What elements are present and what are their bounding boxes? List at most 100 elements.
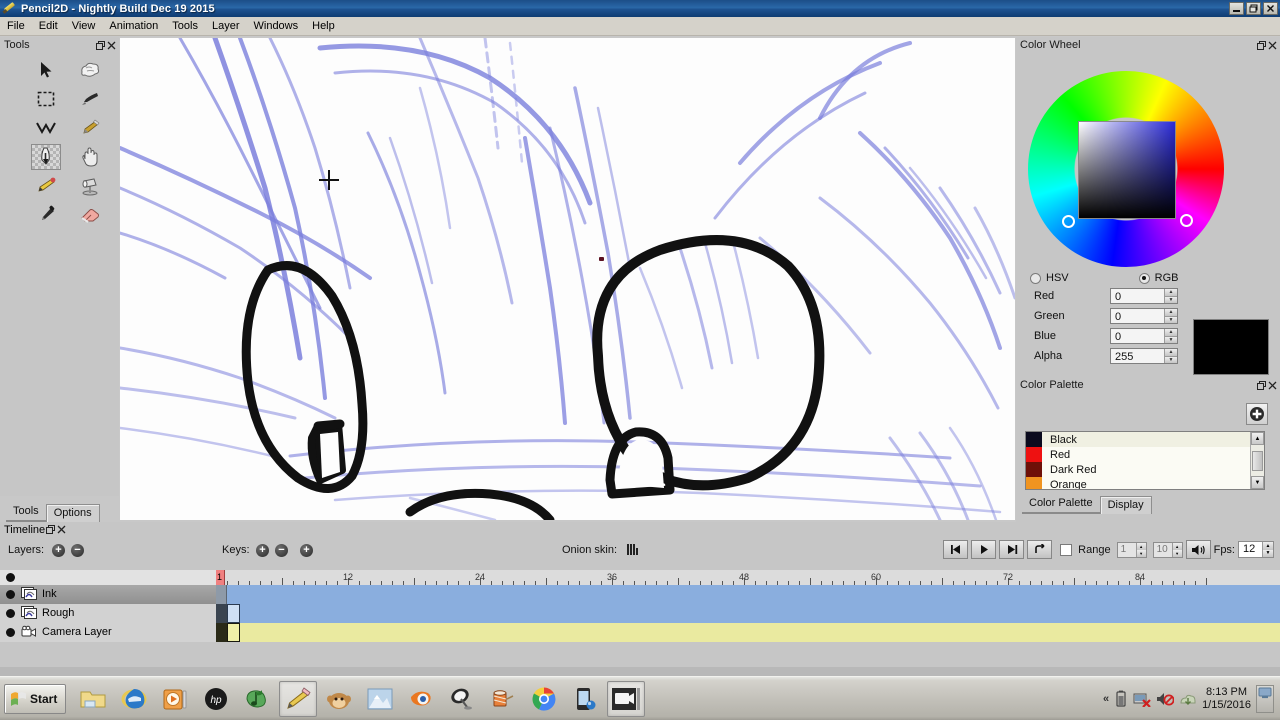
file-explorer-icon[interactable] <box>74 681 112 717</box>
keyframe-block[interactable] <box>216 585 227 604</box>
add-key-button[interactable]: + <box>256 544 269 557</box>
blue-up-icon[interactable]: ▲ <box>1165 329 1177 337</box>
fps-down-icon[interactable]: ▼ <box>1262 550 1273 558</box>
palette-list[interactable]: Black Red Dark Red Orange <box>1025 431 1265 490</box>
fps-spinner[interactable]: 12 ▲▼ <box>1238 541 1274 558</box>
google-chrome-icon[interactable] <box>525 681 563 717</box>
color-wheel-float-icon[interactable] <box>1256 40 1267 51</box>
tab-tools[interactable]: Tools <box>6 503 46 522</box>
playhead[interactable]: 1 <box>216 570 225 585</box>
keyframe-block[interactable] <box>216 604 227 623</box>
tools-close-icon[interactable] <box>106 40 117 51</box>
add-color-button[interactable] <box>1246 403 1268 425</box>
onion-skin-bars-icon[interactable] <box>627 543 638 555</box>
range-start-down-icon[interactable]: ▼ <box>1136 550 1146 557</box>
alpha-up-icon[interactable]: ▲ <box>1165 349 1177 357</box>
palette-item-orange[interactable]: Orange <box>1026 477 1250 489</box>
layer-rough-frames[interactable] <box>216 604 1280 623</box>
audio-manager-icon[interactable] <box>238 681 276 717</box>
palette-item-dark-red[interactable]: Dark Red <box>1026 462 1250 477</box>
frame-ruler[interactable]: 12 24 36 48 60 72 84 <box>216 570 1280 585</box>
blender-icon[interactable] <box>402 681 440 717</box>
range-start-spinner[interactable]: 1 ▲▼ <box>1117 542 1147 558</box>
remove-key-button[interactable]: − <box>275 544 288 557</box>
clock[interactable]: 8:13 PM 1/15/2016 <box>1202 686 1251 712</box>
scroll-down-icon[interactable]: ▼ <box>1251 476 1264 489</box>
palette-close-icon[interactable] <box>1267 380 1278 391</box>
frame-track[interactable] <box>216 604 1280 623</box>
layer-ink-label-cell[interactable]: Ink <box>0 585 216 604</box>
color-wheel-area[interactable] <box>1016 53 1280 268</box>
brush-tool[interactable] <box>75 86 105 112</box>
menu-file[interactable]: File <box>0 18 32 34</box>
menu-layer[interactable]: Layer <box>205 18 247 34</box>
palette-item-red[interactable]: Red <box>1026 447 1250 462</box>
show-desktop-button[interactable] <box>1256 685 1274 713</box>
frame-track[interactable] <box>216 585 1280 604</box>
pen-tool[interactable] <box>31 144 61 170</box>
start-button[interactable]: Start <box>4 684 66 714</box>
keyframe-selected-block[interactable] <box>227 623 240 642</box>
range-checkbox[interactable] <box>1060 544 1072 556</box>
layer-rough-label-cell[interactable]: Rough <box>0 604 216 623</box>
tab-options[interactable]: Options <box>46 504 100 522</box>
show-hidden-icons-button[interactable]: « <box>1103 693 1109 705</box>
sound-toggle-button[interactable] <box>1186 540 1211 559</box>
windows-media-player-icon[interactable] <box>156 681 194 717</box>
restore-button[interactable] <box>1246 2 1261 15</box>
minimize-button[interactable] <box>1229 2 1244 15</box>
loop-button[interactable] <box>1027 540 1052 559</box>
monkey-app-icon[interactable] <box>320 681 358 717</box>
range-end-spinner[interactable]: 10 ▲▼ <box>1153 542 1183 558</box>
frame-track[interactable] <box>216 623 1280 642</box>
layer-camera-label-cell[interactable]: Camera Layer <box>0 623 216 642</box>
layer-visibility-icon[interactable] <box>6 609 15 618</box>
color-wheel-close-icon[interactable] <box>1267 40 1278 51</box>
green-spinner[interactable]: 0 ▲▼ <box>1110 308 1178 324</box>
eraser-tool[interactable] <box>75 202 105 228</box>
screen-recorder-icon[interactable] <box>607 681 645 717</box>
phone-companion-icon[interactable] <box>566 681 604 717</box>
red-spinner[interactable]: 0 ▲▼ <box>1110 288 1178 304</box>
palette-scrollbar[interactable]: ▲ ▼ <box>1250 432 1264 489</box>
network-icon[interactable] <box>1133 691 1151 707</box>
timeline-close-icon[interactable] <box>56 524 67 535</box>
alpha-down-icon[interactable]: ▼ <box>1165 357 1177 364</box>
close-button[interactable] <box>1263 2 1278 15</box>
green-down-icon[interactable]: ▼ <box>1165 317 1177 324</box>
marquee-select-tool[interactable] <box>31 86 61 112</box>
palette-item-black[interactable]: Black <box>1026 432 1250 447</box>
all-layers-visibility-icon[interactable] <box>6 573 15 582</box>
menu-tools[interactable]: Tools <box>165 18 205 34</box>
range-end-up-icon[interactable]: ▲ <box>1172 543 1182 550</box>
bucket-fill-tool[interactable] <box>31 173 61 199</box>
blue-down-icon[interactable]: ▼ <box>1165 337 1177 344</box>
battery-icon[interactable] <box>1114 690 1128 708</box>
select-arrow-tool[interactable] <box>31 57 61 83</box>
scroll-up-icon[interactable]: ▲ <box>1251 432 1264 445</box>
scroll-thumb[interactable] <box>1252 451 1263 471</box>
hsv-radio[interactable]: HSV <box>1030 272 1069 284</box>
remove-layer-button[interactable]: − <box>71 544 84 557</box>
drum-app-icon[interactable] <box>484 681 522 717</box>
tools-float-icon[interactable] <box>95 40 106 51</box>
drawing-canvas[interactable] <box>120 38 1015 520</box>
layer-visibility-icon[interactable] <box>6 628 15 637</box>
layer-camera-frames[interactable] <box>216 623 1280 642</box>
menu-help[interactable]: Help <box>305 18 342 34</box>
timeline-float-icon[interactable] <box>45 524 56 535</box>
alpha-spinner[interactable]: 255 ▲▼ <box>1110 348 1178 364</box>
menu-animation[interactable]: Animation <box>102 18 165 34</box>
tab-display[interactable]: Display <box>1100 496 1152 514</box>
next-frame-button[interactable] <box>999 540 1024 559</box>
prev-frame-button[interactable] <box>943 540 968 559</box>
timeline-layer-rough[interactable]: Rough <box>0 604 1280 623</box>
keyframe-selected-block[interactable] <box>227 604 240 623</box>
polyline-tool[interactable] <box>31 115 61 141</box>
range-end-down-icon[interactable]: ▼ <box>1172 550 1182 557</box>
action-center-icon[interactable] <box>1179 691 1197 707</box>
smudge-tool[interactable] <box>75 57 105 83</box>
hand-tool[interactable] <box>75 144 105 170</box>
saturation-value-square[interactable] <box>1078 121 1176 219</box>
fps-up-icon[interactable]: ▲ <box>1262 542 1273 550</box>
